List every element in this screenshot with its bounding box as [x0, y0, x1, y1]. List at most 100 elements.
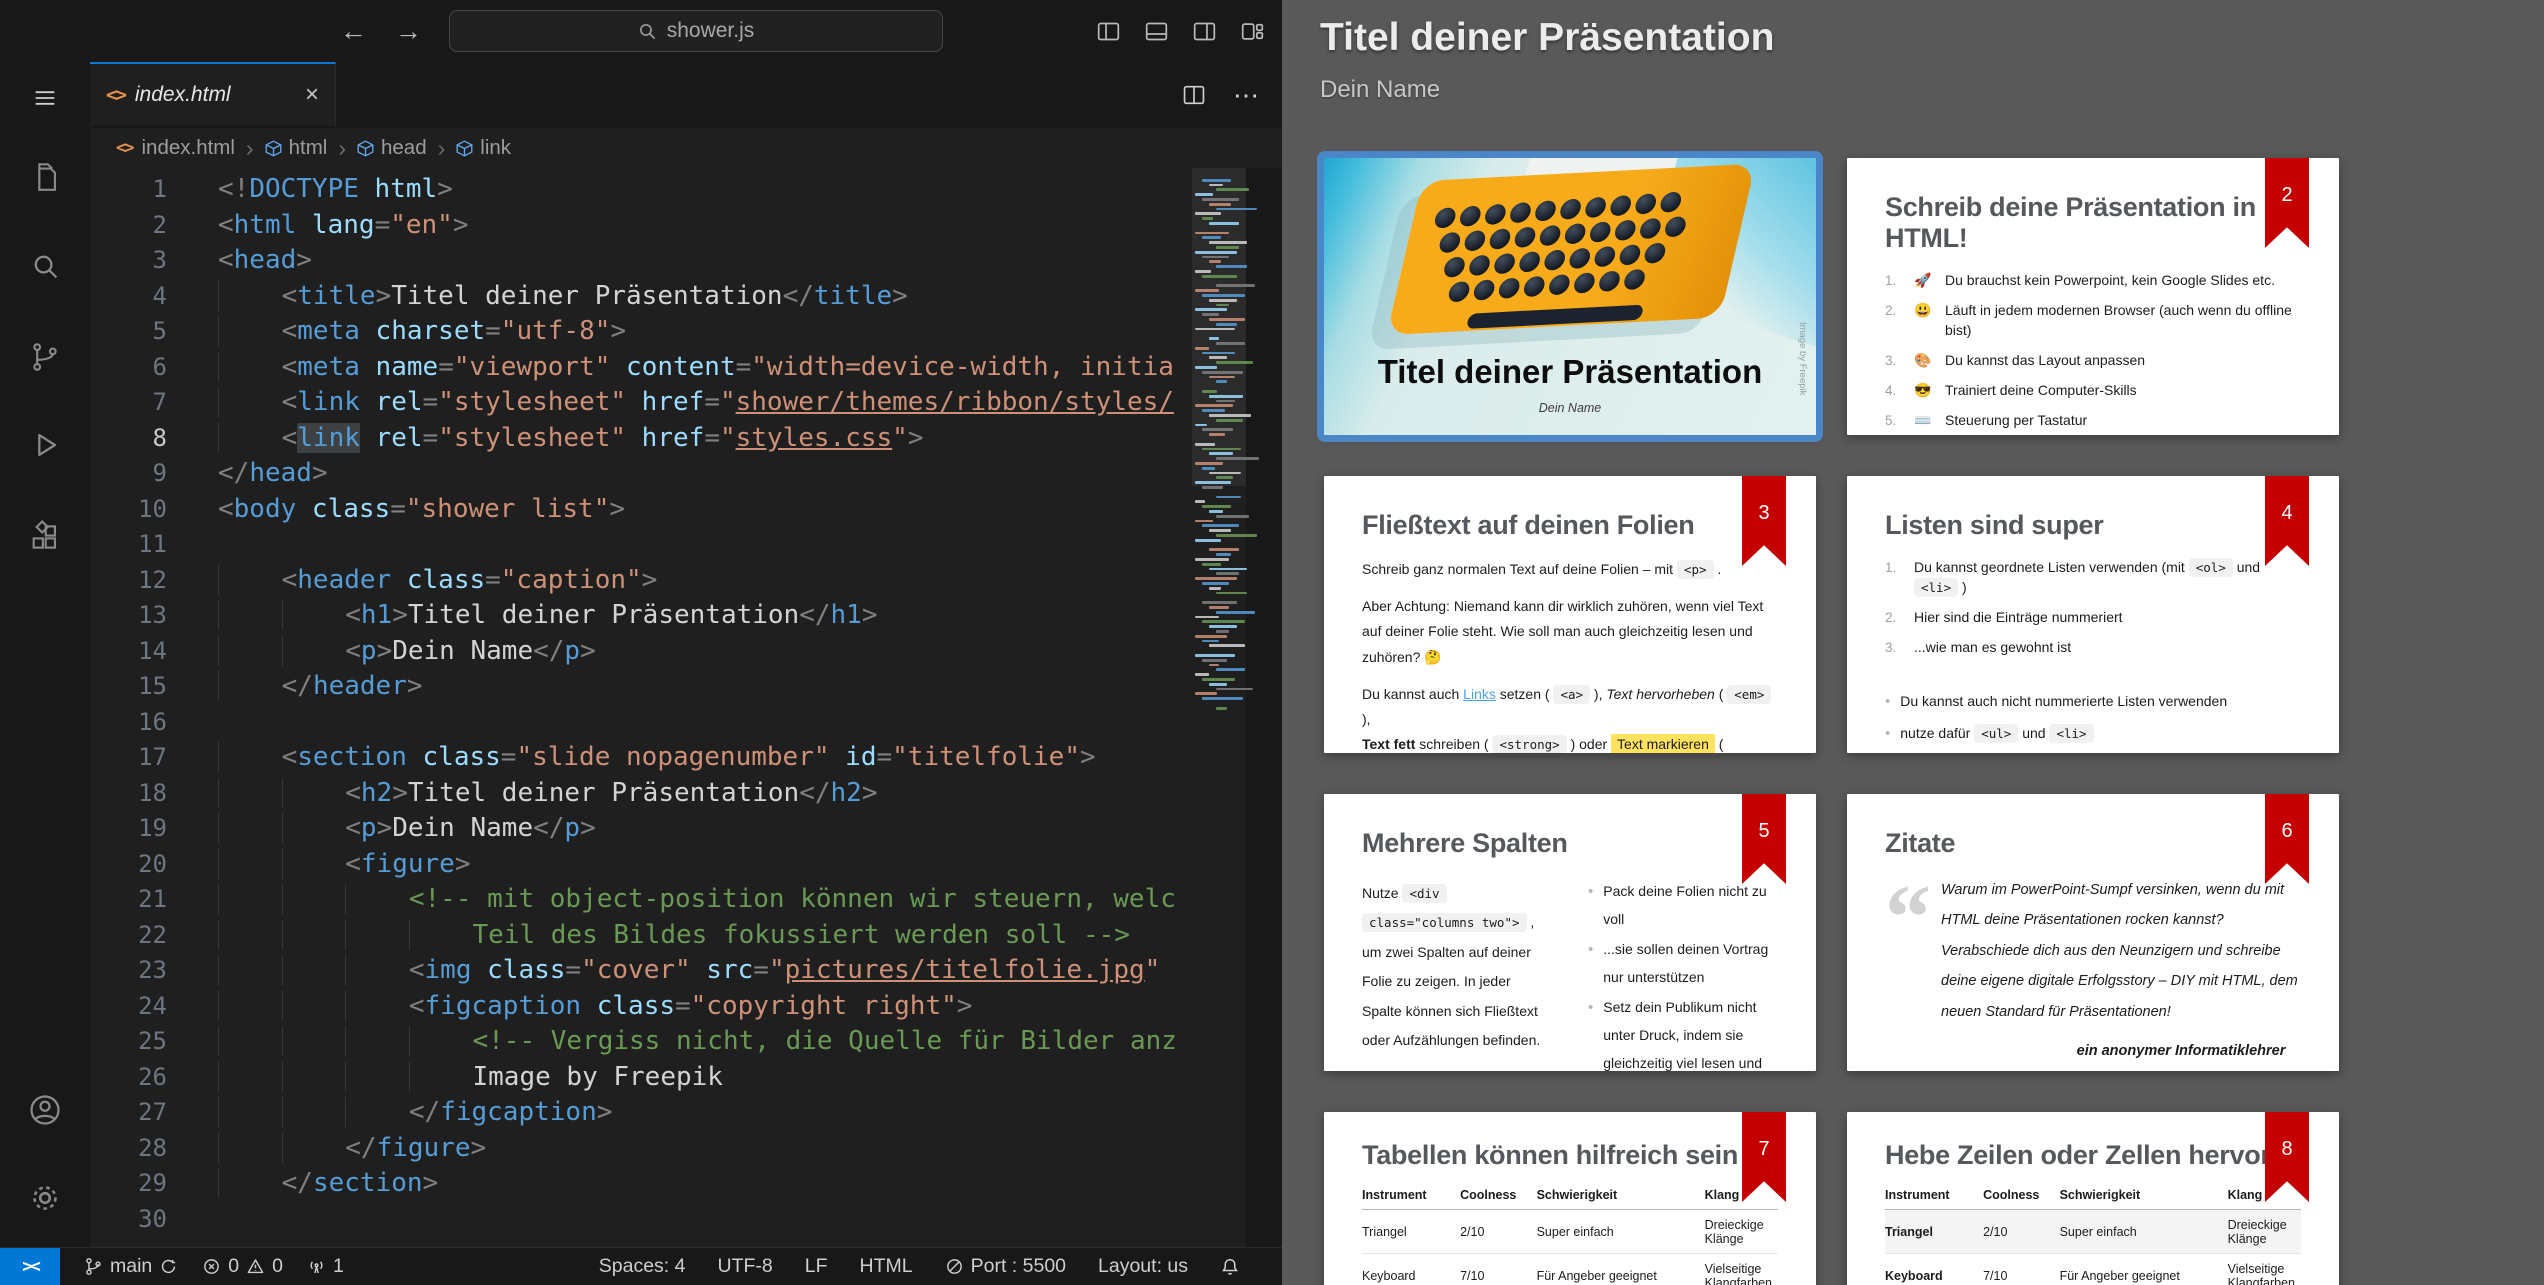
breadcrumb-html[interactable]: html	[265, 136, 328, 160]
customize-layout-icon[interactable]	[1239, 18, 1266, 45]
slide-thumbnail-8[interactable]: 8Hebe Zeilen oder Zellen hervor...Instru…	[1847, 1112, 2339, 1285]
breadcrumb-file[interactable]: <> index.html	[116, 136, 235, 160]
chevron-right-icon: ›	[438, 135, 446, 162]
radio-tower-icon	[307, 1257, 326, 1276]
browser-preview: Titel deiner Präsentation Dein Name Tite…	[1282, 0, 2544, 1285]
toggle-panel-icon[interactable]	[1143, 18, 1170, 45]
code-line: 9</head>	[90, 456, 1192, 492]
vscode-window: ← → shower.js	[0, 0, 1282, 1285]
close-tab-icon[interactable]: ×	[305, 81, 319, 109]
run-debug-icon[interactable]	[0, 428, 90, 462]
code-line: 30	[90, 1202, 1192, 1238]
source-control-icon[interactable]	[0, 340, 90, 374]
toggle-sidebar-icon[interactable]	[1095, 18, 1122, 45]
code-line: 3<head>	[90, 243, 1192, 279]
language-status[interactable]: HTML	[860, 1255, 913, 1278]
slide-author: Dein Name	[1324, 401, 1816, 415]
code-line: 26 Image by Freepik	[90, 1060, 1192, 1096]
status-bar: >< main 0 0	[0, 1247, 1282, 1285]
image-copyright: Image by Freepik	[1797, 322, 1808, 395]
code-line: 18 <h2>Titel deiner Präsentation</h2>	[90, 776, 1192, 812]
remote-indicator[interactable]: ><	[0, 1248, 60, 1285]
code-line: 12 <header class="caption">	[90, 563, 1192, 599]
toggle-secondary-sidebar-icon[interactable]	[1191, 18, 1218, 45]
code-line: 4 <title>Titel deiner Präsentation</titl…	[90, 279, 1192, 315]
code-line: 19 <p>Dein Name</p>	[90, 811, 1192, 847]
presentation-author: Dein Name	[1320, 76, 1440, 104]
problems-status[interactable]: 0 0	[202, 1255, 283, 1278]
search-placeholder: shower.js	[667, 19, 755, 43]
errors-icon	[202, 1257, 221, 1276]
notifications-bell-icon[interactable]	[1220, 1257, 1240, 1277]
chevron-right-icon: ›	[246, 135, 254, 162]
code-line: 10<body class="shower list">	[90, 492, 1192, 528]
slide-title: Schreib deine Präsentation in HTML!	[1885, 192, 2301, 254]
table-row: Keyboard7/10Für Angeber geeignetVielseit…	[1885, 1254, 2301, 1285]
slide-title: Hebe Zeilen oder Zellen hervor...	[1885, 1140, 2301, 1171]
code-line: 2<html lang="en">	[90, 208, 1192, 244]
code-line: 25 <!-- Vergiss nicht, die Quelle für Bi…	[90, 1024, 1192, 1060]
breadcrumb-head[interactable]: head	[357, 136, 427, 160]
code-line: 1<!DOCTYPE html>	[90, 172, 1192, 208]
activity-bar	[0, 62, 90, 1248]
encoding-status[interactable]: UTF-8	[718, 1255, 773, 1278]
code-icon: <>	[116, 138, 132, 158]
chevron-right-icon: ›	[338, 135, 346, 162]
code-line: 17 <section class="slide nopagenumber" i…	[90, 740, 1192, 776]
circle-slash-icon	[945, 1257, 964, 1276]
code-line: 15 </header>	[90, 669, 1192, 705]
slide-thumbnail-7[interactable]: 7Tabellen können hilfreich seinInstrumen…	[1324, 1112, 1816, 1285]
slide-thumbnail-4[interactable]: 4Listen sind super1.Du kannst geordnete …	[1847, 476, 2339, 753]
code-line: 7 <link rel="stylesheet" href="shower/th…	[90, 385, 1192, 421]
tab-bar: <> index.html × ⋯	[90, 62, 1282, 128]
table-row: Triangel2/10Super einfachDreieckige Klän…	[1885, 1210, 2301, 1254]
table-row: Triangel2/10Super einfachDreieckige Klän…	[1362, 1210, 1778, 1254]
live-server-port[interactable]: Port : 5500	[945, 1255, 1066, 1278]
forward-icon[interactable]: →	[395, 16, 422, 47]
breadcrumb-link[interactable]: link	[456, 136, 511, 160]
tab-index-html[interactable]: <> index.html ×	[90, 62, 336, 126]
account-icon[interactable]	[0, 1092, 90, 1128]
code-editor[interactable]: 1<!DOCTYPE html>2<html lang="en">3<head>…	[90, 168, 1192, 1248]
back-icon[interactable]: ←	[340, 16, 367, 47]
code-line: 29 </section>	[90, 1166, 1192, 1202]
slide-thumbnail-2[interactable]: 2Schreib deine Präsentation in HTML!1.🚀D…	[1847, 158, 2339, 435]
slide-thumbnail-6[interactable]: 6Zitate“Warum im PowerPoint-Sumpf versin…	[1847, 794, 2339, 1071]
code-line: 8 <link rel="stylesheet" href="styles.cs…	[90, 421, 1192, 457]
code-line: 21 <!-- mit object-position können wir s…	[90, 882, 1192, 918]
presentation-title: Titel deiner Präsentation	[1320, 16, 1774, 60]
code-line: 27 </figcaption>	[90, 1095, 1192, 1131]
explorer-icon[interactable]	[0, 160, 90, 194]
slide-thumbnail-5[interactable]: 5Mehrere SpaltenNutze <div class="column…	[1324, 794, 1816, 1071]
slide-title: Tabellen können hilfreich sein	[1362, 1140, 1778, 1171]
code-line: 22 Teil des Bildes fokussiert werden sol…	[90, 918, 1192, 954]
git-branch-status[interactable]: main	[84, 1255, 178, 1278]
keyboard-layout-status[interactable]: Layout: us	[1098, 1255, 1188, 1278]
slide-thumbnail-3[interactable]: 3Fließtext auf deinen FolienSchreib ganz…	[1324, 476, 1816, 753]
command-center-search[interactable]: shower.js	[449, 10, 943, 52]
html-file-icon: <>	[106, 84, 125, 106]
titlebar: ← → shower.js	[0, 0, 1282, 62]
code-line: 24 <figcaption class="copyright right">	[90, 989, 1192, 1025]
tab-label: index.html	[135, 83, 295, 107]
slide-title: Mehrere Spalten	[1362, 828, 1778, 859]
code-line: 6 <meta name="viewport" content="width=d…	[90, 350, 1192, 386]
code-line: 14 <p>Dein Name</p>	[90, 634, 1192, 670]
slide-thumbnail-1[interactable]: Titel deiner PräsentationDein NameImage …	[1324, 158, 1816, 435]
eol-status[interactable]: LF	[805, 1255, 828, 1278]
menu-icon[interactable]	[0, 84, 90, 112]
settings-gear-icon[interactable]	[0, 1180, 90, 1216]
search-icon	[638, 22, 657, 41]
extensions-icon[interactable]	[0, 520, 90, 554]
split-editor-icon[interactable]	[1181, 82, 1207, 108]
minimap[interactable]	[1192, 168, 1246, 1248]
indentation-status[interactable]: Spaces: 4	[599, 1255, 686, 1278]
code-line: 13 <h1>Titel deiner Präsentation</h1>	[90, 598, 1192, 634]
quote-mark-icon: “	[1885, 883, 1923, 1059]
more-actions-icon[interactable]: ⋯	[1233, 80, 1260, 111]
ports-status[interactable]: 1	[307, 1255, 344, 1278]
warnings-icon	[246, 1257, 265, 1276]
instrument-table: InstrumentCoolnessSchwierigkeitKlangTria…	[1885, 1181, 2301, 1285]
symbol-cube-icon	[265, 140, 282, 157]
search-sidebar-icon[interactable]	[0, 249, 90, 283]
